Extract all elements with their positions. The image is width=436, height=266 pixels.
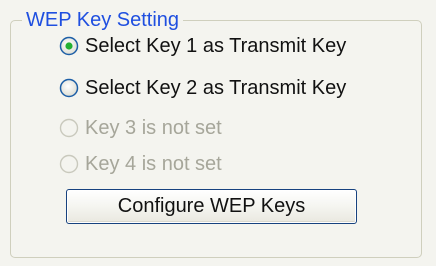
radio-unselected-icon[interactable] bbox=[59, 78, 79, 98]
radio-key-1-label: Select Key 1 as Transmit Key bbox=[85, 34, 347, 57]
radio-selected-icon[interactable] bbox=[59, 36, 79, 56]
radio-key-1-option[interactable]: Select Key 1 as Transmit Key bbox=[59, 33, 346, 59]
radio-disabled-icon bbox=[59, 154, 79, 174]
configure-wep-keys-button[interactable]: Configure WEP Keys bbox=[66, 189, 357, 224]
radio-key-2-option[interactable]: Select Key 2 as Transmit Key bbox=[59, 75, 346, 101]
radio-key-2-label: Select Key 2 as Transmit Key bbox=[85, 76, 347, 99]
radio-key-3-label: Key 3 is not set bbox=[85, 116, 222, 139]
group-title: WEP Key Setting bbox=[22, 8, 184, 32]
wep-key-setting-panel: WEP Key Setting Select Key 1 as Transmit… bbox=[0, 0, 436, 266]
radio-key-3-option-disabled: Key 3 is not set bbox=[59, 115, 222, 141]
radio-key-4-label: Key 4 is not set bbox=[85, 152, 222, 175]
radio-disabled-icon bbox=[59, 118, 79, 138]
radio-key-4-option-disabled: Key 4 is not set bbox=[59, 151, 222, 177]
